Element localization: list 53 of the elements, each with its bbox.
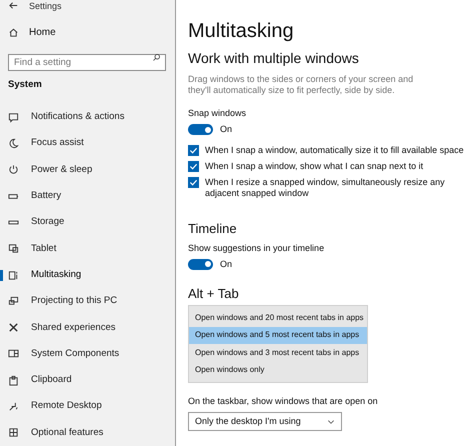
- section-heading: Alt + Tab: [188, 286, 239, 302]
- description-text: Drag windows to the sides or corners of your screen and they'll automatically size to fit perfectly, side by side.: [188, 74, 414, 96]
- sidebar-item[interactable]: Storage: [0, 209, 68, 236]
- sidebar-item[interactable]: Tablet: [0, 236, 60, 262]
- field-label: On the taskbar, show windows that are open on: [188, 396, 378, 407]
- toggle-state-text: On: [220, 123, 232, 136]
- dropdown-select[interactable]: Only the desktop I'm using: [188, 412, 342, 431]
- checkbox[interactable]: [188, 176, 199, 188]
- moon-icon: [8, 138, 19, 150]
- checkbox[interactable]: [188, 144, 199, 156]
- toggle-label: Show suggestions in your timeline: [188, 242, 324, 254]
- projector-icon: [8, 296, 19, 307]
- back-arrow-icon: [8, 0, 19, 12]
- components-icon: [8, 348, 19, 360]
- section-heading: System: [7, 78, 43, 90]
- page-title: Multitasking: [188, 19, 294, 43]
- window-title: Settings: [29, 1, 62, 12]
- sidebar-item[interactable]: Multitasking: [0, 262, 86, 288]
- dropdown-option[interactable]: Open windows only: [189, 362, 367, 379]
- toggle-state-text: On: [220, 258, 232, 270]
- grid-plus-icon: [8, 427, 19, 438]
- clipboard-icon: [8, 374, 19, 386]
- sidebar-item[interactable]: Clipboard: [0, 367, 76, 394]
- section-heading: Timeline: [188, 220, 237, 236]
- dropdown-option[interactable]: Open windows and 3 most recent tabs in apps: [189, 344, 367, 362]
- section-heading: Work with multiple windows: [188, 49, 359, 67]
- multitasking-icon: [8, 270, 19, 281]
- checkbox-label: When I resize a snapped window, simultaneously resize any adjacent snapped window: [205, 176, 446, 198]
- sidebar-item[interactable]: Remote Desktop: [0, 393, 106, 420]
- chevron-down-icon: [327, 418, 335, 426]
- sidebar-item[interactable]: Optional features: [0, 420, 108, 446]
- toggle-switch[interactable]: [188, 258, 213, 270]
- toggle-switch[interactable]: [188, 124, 213, 136]
- search-icon: [152, 53, 161, 62]
- search-field[interactable]: Find a setting: [8, 54, 166, 72]
- checkbox-label: When I snap a window, automatically size it to fill available space: [205, 144, 465, 156]
- checkbox-label: When I snap a window, show what I can snap next to it: [205, 160, 424, 172]
- tablet-icon: [8, 243, 19, 254]
- dropdown-option[interactable]: Open windows and 5 most recent tabs in apps: [189, 326, 367, 344]
- checkbox[interactable]: [188, 160, 199, 172]
- chat-bubble-icon: [8, 112, 19, 123]
- sidebar-item[interactable]: Battery: [0, 183, 66, 210]
- dropdown-option[interactable]: Open windows and 20 most recent tabs in apps: [189, 309, 367, 326]
- sidebar-item[interactable]: System Components: [0, 340, 124, 368]
- home-link[interactable]: Home: [0, 25, 56, 40]
- home-icon: [8, 26, 19, 38]
- sidebar-item[interactable]: Power & sleep: [0, 156, 96, 184]
- toggle-label: Snap windows: [188, 108, 246, 119]
- power-icon: [8, 164, 19, 176]
- sidebar-item[interactable]: Notifications & actions: [0, 104, 128, 130]
- sidebar-item[interactable]: Shared experiences: [0, 314, 120, 341]
- sidebar-item[interactable]: Focus assist: [0, 130, 88, 157]
- sidebar-item[interactable]: Projecting to this PC: [0, 288, 122, 315]
